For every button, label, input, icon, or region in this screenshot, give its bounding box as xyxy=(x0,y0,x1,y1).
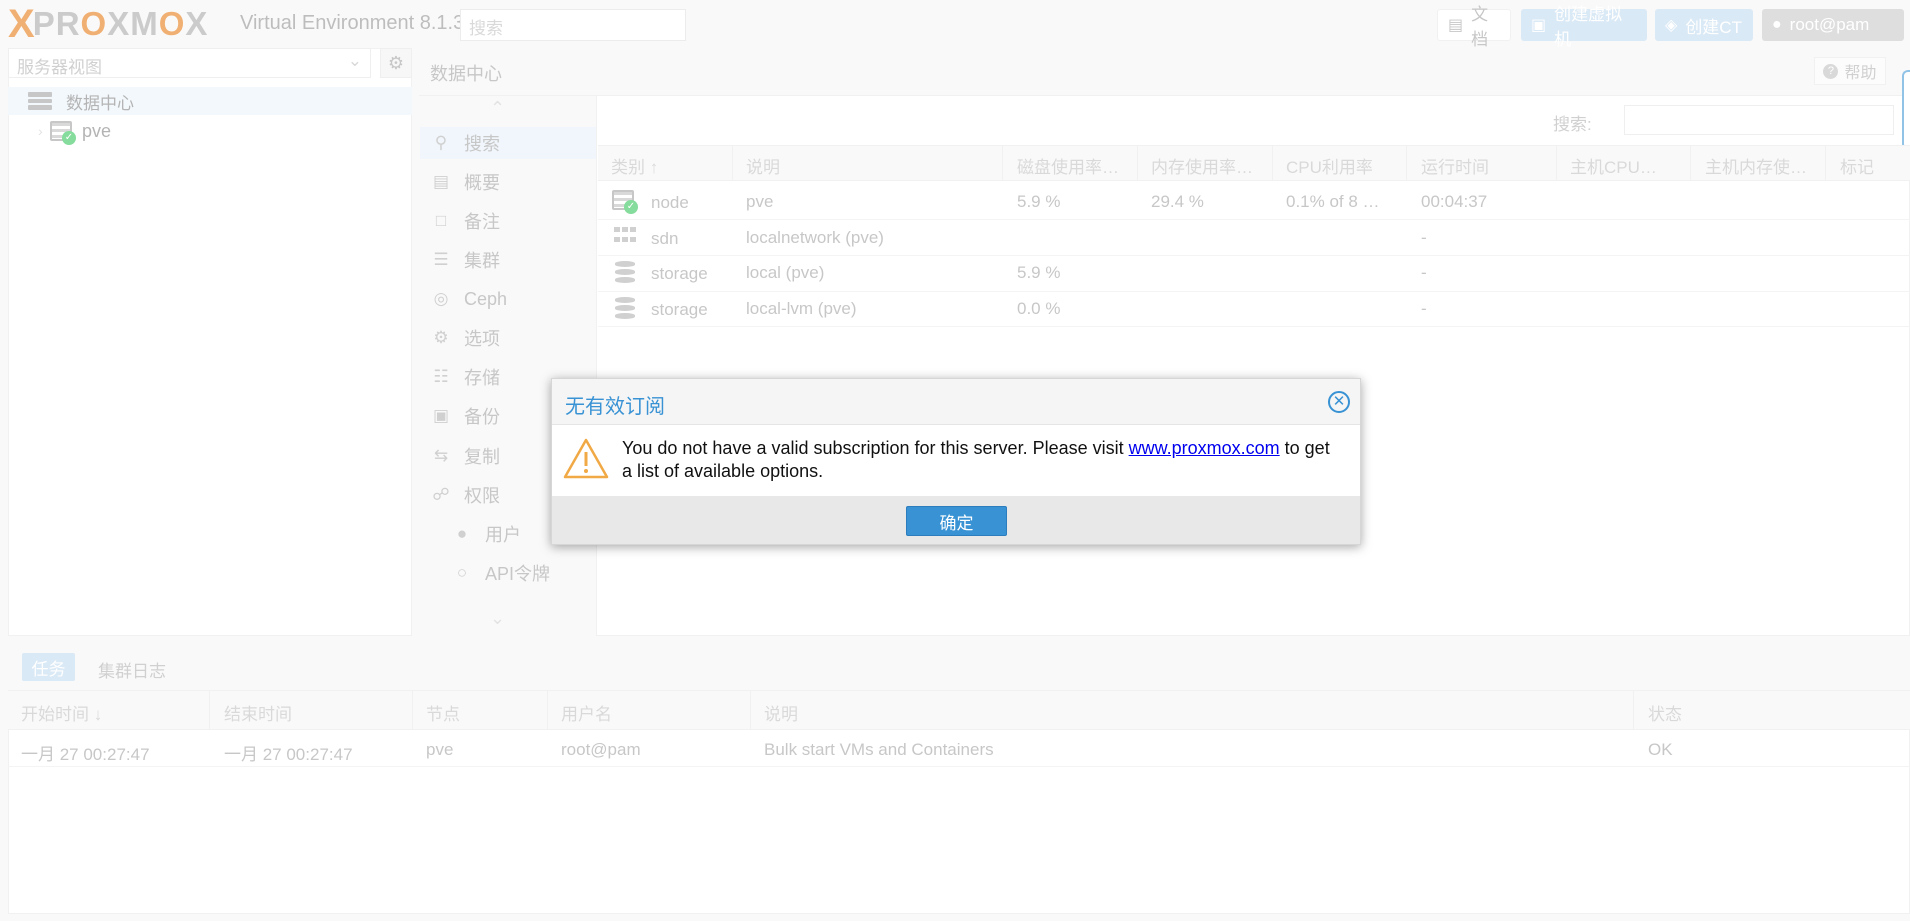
close-icon[interactable]: ✕ xyxy=(1328,391,1350,413)
dialog-message: You do not have a valid subscription for… xyxy=(622,437,1342,483)
message-text: You do not have a valid subscription for… xyxy=(622,438,1129,458)
dialog-title: 无有效订阅 xyxy=(565,396,665,418)
dialog-header xyxy=(552,379,1360,425)
ok-button[interactable]: 确定 xyxy=(906,506,1007,536)
warning-icon xyxy=(563,437,609,484)
proxmox-link[interactable]: www.proxmox.com xyxy=(1129,438,1280,458)
